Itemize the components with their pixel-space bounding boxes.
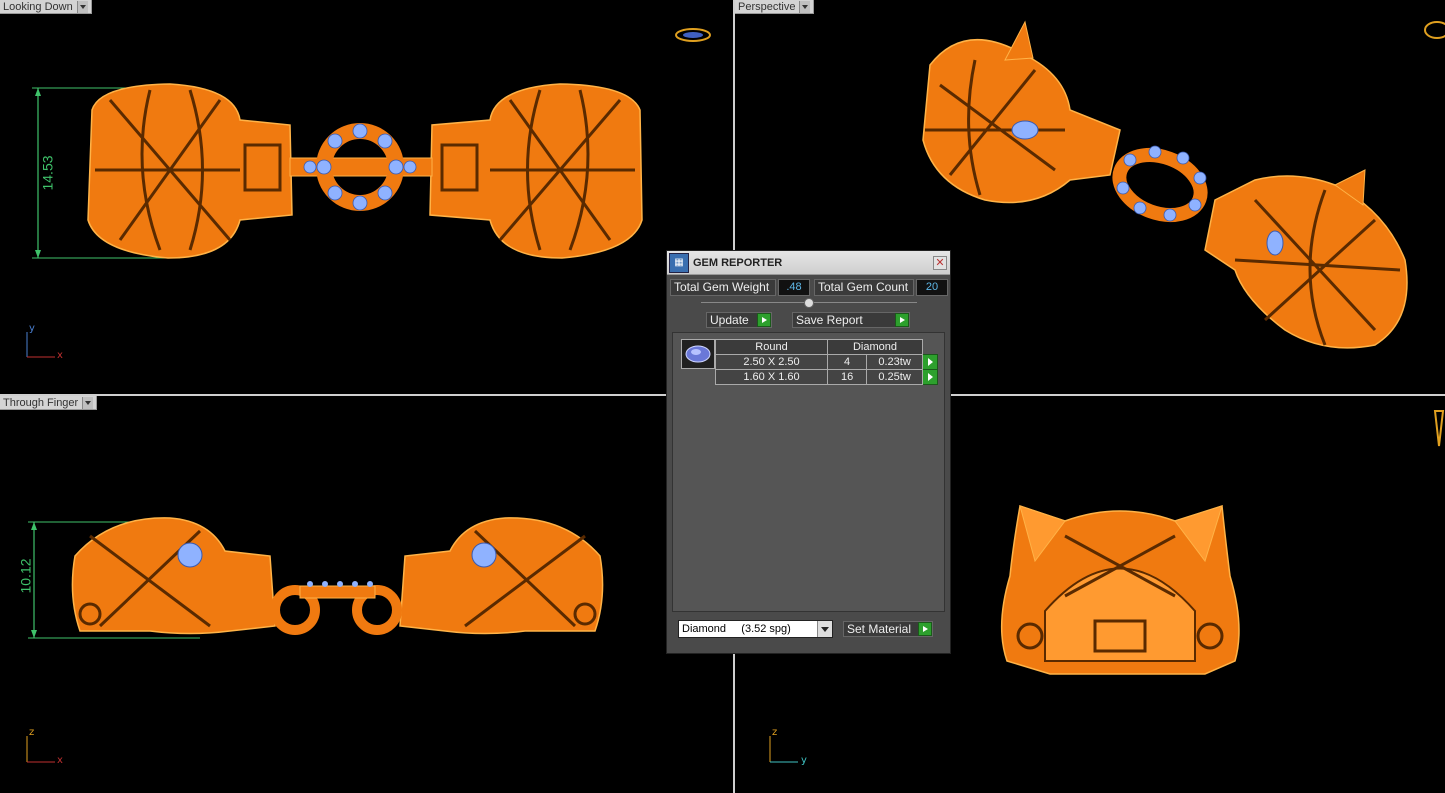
chevron-down-icon[interactable] — [799, 0, 811, 13]
collapse-knob[interactable] — [804, 298, 814, 308]
total-gem-count-label: Total Gem Count — [814, 279, 914, 296]
save-report-button-label: Save Report — [796, 313, 863, 327]
viewport-label-dropdown[interactable]: Looking Down — [0, 0, 92, 14]
viewport-label-dropdown[interactable]: Perspective — [735, 0, 815, 14]
update-button-label: Update — [710, 313, 749, 327]
axis-x-label: x — [57, 350, 63, 361]
total-gem-weight-label: Total Gem Weight — [670, 279, 776, 296]
viewport-label: Through Finger — [3, 396, 79, 409]
dimension-label: 10.12 — [17, 558, 34, 594]
close-icon[interactable]: ✕ — [933, 255, 947, 270]
chevron-down-icon[interactable] — [817, 621, 832, 637]
dimension-label: 14.53 — [39, 155, 56, 191]
gem-weight: 0.23tw — [866, 354, 923, 370]
viewport-through-finger[interactable]: Through Finger 10.12 z x — [0, 396, 733, 793]
gem-table-header: Round Diamond — [715, 339, 938, 355]
gem-list-panel[interactable]: Round Diamond 2.50 X 2.50 4 0.23tw 1.60 … — [672, 332, 945, 612]
save-report-button[interactable]: Save Report — [792, 312, 910, 328]
gem-table: Round Diamond 2.50 X 2.50 4 0.23tw 1.60 … — [715, 339, 938, 385]
axis-z-label: z — [772, 727, 778, 738]
gem-size: 1.60 X 1.60 — [715, 369, 828, 385]
dialog-title: GEM REPORTER — [693, 256, 783, 269]
viewport-label: Perspective — [738, 0, 796, 13]
dialog-titlebar[interactable]: ▦ GEM REPORTER ✕ — [667, 251, 950, 275]
axis-z-label: z — [29, 727, 35, 738]
play-arrow-icon — [895, 313, 909, 327]
update-button[interactable]: Update — [706, 312, 772, 328]
set-material-button[interactable]: Set Material — [843, 621, 933, 637]
header-material: Diamond — [827, 339, 923, 355]
select-row-arrow-icon[interactable] — [922, 354, 938, 370]
select-row-arrow-icon[interactable] — [922, 369, 938, 385]
axis-y-label: y — [801, 755, 807, 766]
gem-count: 4 — [826, 354, 868, 370]
material-select[interactable]: Diamond (3.52 spg) — [678, 620, 833, 638]
header-shape: Round — [715, 339, 828, 355]
chevron-down-icon[interactable] — [76, 0, 88, 13]
round-gem-icon — [681, 339, 715, 369]
material-select-value: Diamond (3.52 spg) — [682, 623, 791, 635]
viewport-looking-down[interactable]: Looking Down 14.53 y x — [0, 0, 733, 394]
total-gem-count-value: 20 — [916, 279, 948, 296]
looking-down-render — [26, 28, 711, 358]
gem-reporter-dialog[interactable]: ▦ GEM REPORTER ✕ Total Gem Weight .48 To… — [666, 250, 951, 654]
gem-size: 2.50 X 2.50 — [715, 354, 828, 370]
gem-weight: 0.25tw — [866, 369, 923, 385]
through-finger-render — [26, 517, 604, 763]
table-row[interactable]: 2.50 X 2.50 4 0.23tw — [715, 354, 938, 370]
play-arrow-icon — [757, 313, 771, 327]
total-gem-weight-value: .48 — [778, 279, 810, 296]
set-material-button-label: Set Material — [847, 622, 912, 636]
play-arrow-icon — [918, 622, 932, 636]
gem-count: 16 — [826, 369, 868, 385]
gem-reporter-icon: ▦ — [669, 252, 689, 273]
axis-y-label: y — [29, 323, 35, 334]
axis-x-label: x — [57, 755, 63, 766]
chevron-down-icon[interactable] — [82, 396, 94, 409]
viewport-label-dropdown[interactable]: Through Finger — [0, 396, 98, 410]
viewport-label: Looking Down — [3, 0, 73, 13]
table-row[interactable]: 1.60 X 1.60 16 0.25tw — [715, 369, 938, 385]
